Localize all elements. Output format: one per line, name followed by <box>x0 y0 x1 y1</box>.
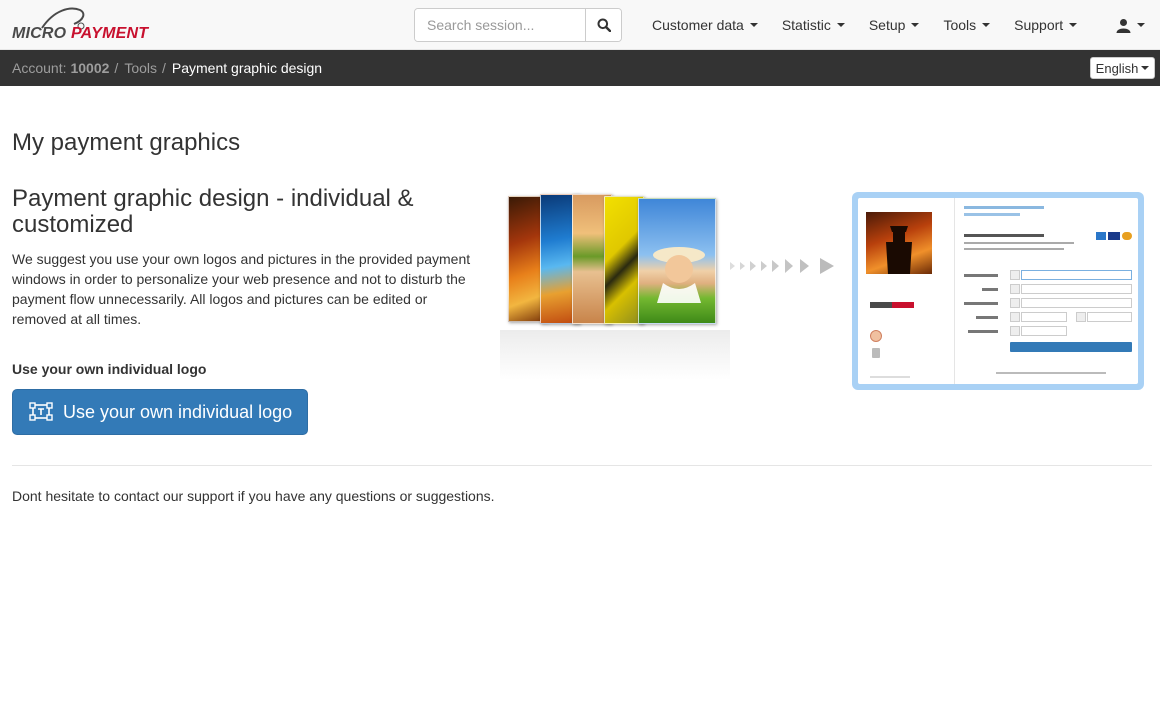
preview-sidebar-logo <box>870 302 914 308</box>
preview-field-icon <box>1010 326 1020 336</box>
preview-price-line <box>964 213 1020 216</box>
preview-field-icon <box>1010 312 1020 322</box>
visa-icon <box>1108 232 1120 240</box>
image-edit-icon <box>29 402 53 422</box>
preview-field-icon <box>1010 284 1020 294</box>
top-navbar: MICRO PAYMENT Customer data Statistic Se… <box>0 0 1160 50</box>
nav-setup[interactable]: Setup <box>857 0 932 50</box>
use-own-logo-button-label: Use your own individual logo <box>63 401 293 422</box>
preview-cardnumber-field <box>1021 298 1132 308</box>
caret-down-icon <box>982 23 991 27</box>
breadcrumb-separator: / <box>162 60 166 76</box>
preview-subtext-line <box>964 242 1074 244</box>
micropayment-logo[interactable]: MICRO PAYMENT <box>12 6 162 44</box>
caret-down-icon <box>1069 23 1078 27</box>
preview-field-icon <box>1010 298 1020 308</box>
user-menu[interactable] <box>1116 0 1145 50</box>
search-form <box>414 8 622 42</box>
nav-setup-label: Setup <box>868 17 906 33</box>
preview-submit-button <box>1010 342 1132 352</box>
nav-customer-data[interactable]: Customer data <box>640 0 770 50</box>
search-button[interactable] <box>585 9 621 41</box>
preview-product-line <box>964 206 1044 209</box>
preview-form-label <box>964 274 998 277</box>
payment-window-preview-inner <box>858 198 1138 384</box>
breadcrumb-separator: / <box>114 60 119 76</box>
nav-customer-data-label: Customer data <box>652 17 744 33</box>
preview-form-label <box>982 288 998 291</box>
breadcrumb: Account: 10002 / Tools / Payment graphic… <box>12 50 322 86</box>
preview-form-label <box>964 302 998 305</box>
preview-subtext-line <box>964 248 1064 250</box>
support-note: Dont hesitate to contact our support if … <box>12 488 495 504</box>
nav-tools-label: Tools <box>943 17 977 33</box>
arrow-right-icon <box>730 258 834 274</box>
preview-pci-badge <box>870 330 882 342</box>
preview-ssl-lock <box>872 348 880 358</box>
preview-form-label <box>976 316 998 319</box>
preview-footer-links <box>996 372 1106 374</box>
section-divider <box>12 465 1152 466</box>
photo-reflection <box>500 330 730 380</box>
nav-statistic-label: Statistic <box>781 17 831 33</box>
preview-field-icon <box>1076 312 1086 322</box>
breadcrumb-current: Payment graphic design <box>171 60 323 76</box>
page-title: My payment graphics <box>12 129 241 156</box>
preview-sidebar <box>858 198 955 384</box>
preview-field-icon <box>1010 270 1020 280</box>
preview-form-label <box>968 330 998 333</box>
preview-hero-image <box>866 212 932 274</box>
nav-support-label: Support <box>1014 17 1064 33</box>
preview-month-select <box>1021 312 1067 322</box>
breadcrumb-account-number[interactable]: 10002 <box>70 60 109 76</box>
language-dropdown[interactable]: English <box>1090 57 1155 79</box>
mastercard-icon <box>1122 232 1132 240</box>
caret-down-icon <box>749 23 758 27</box>
main-nav: Customer data Statistic Setup Tools Supp… <box>640 0 1089 50</box>
caret-down-icon <box>911 23 920 27</box>
search-icon <box>597 18 611 32</box>
preview-heading-line <box>964 234 1044 237</box>
caret-down-icon <box>836 23 845 27</box>
caret-down-icon <box>1141 66 1150 70</box>
nav-tools[interactable]: Tools <box>931 0 1002 50</box>
caret-down-icon <box>1137 23 1145 27</box>
sample-pictures-illustration <box>500 190 730 380</box>
user-icon <box>1116 18 1131 33</box>
preview-cardholder-field <box>1021 270 1132 280</box>
payment-window-preview <box>852 192 1144 390</box>
logo-text-payment: PAYMENT <box>70 25 149 42</box>
sample-photo-girl <box>638 198 716 324</box>
section-title: Payment graphic design - individual & cu… <box>12 185 414 238</box>
preview-sidebar-line <box>870 376 910 378</box>
logo-text-micro: MICRO <box>12 25 67 42</box>
breadcrumb-tools[interactable]: Tools <box>124 60 157 76</box>
nav-statistic[interactable]: Statistic <box>770 0 857 50</box>
breadcrumb-bar: Account: 10002 / Tools / Payment graphic… <box>0 50 1160 86</box>
breadcrumb-account-label: Account: <box>12 60 67 76</box>
search-input[interactable] <box>415 9 585 41</box>
preview-card-logos <box>1096 232 1132 240</box>
cowboy-silhouette-icon <box>886 226 912 274</box>
logo-section-label: Use your own individual logo <box>12 361 207 377</box>
language-selected: English <box>1095 60 1139 76</box>
transition-arrows <box>730 257 840 275</box>
preview-year-select <box>1087 312 1132 322</box>
intro-paragraph: We suggest you use your own logos and pi… <box>12 251 471 327</box>
use-own-logo-button[interactable]: Use your own individual logo <box>12 389 308 435</box>
preview-email-field <box>1021 284 1132 294</box>
girl-figure-icon <box>653 247 705 303</box>
amex-icon <box>1096 232 1106 240</box>
nav-support[interactable]: Support <box>1002 0 1089 50</box>
preview-cvc-field <box>1021 326 1067 336</box>
